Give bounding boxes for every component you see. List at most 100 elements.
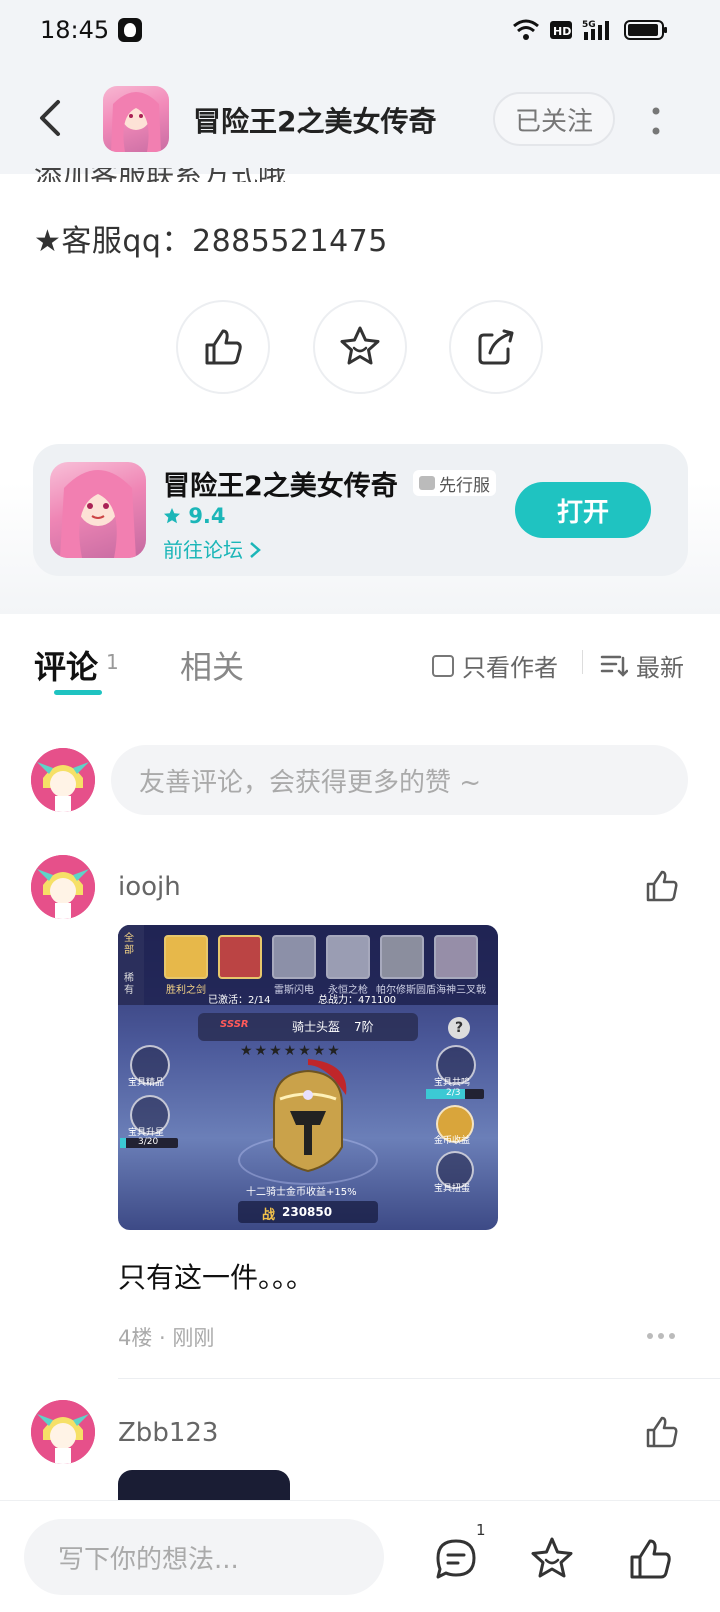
tab-comments[interactable]: 评论 [34, 642, 98, 688]
comment-input[interactable]: 友善评论，会获得更多的赞 ~ [111, 745, 688, 815]
comment-username[interactable]: Zbb123 [118, 1418, 218, 1448]
share-post-button[interactable] [449, 300, 543, 394]
game-card-title: 冒险王2之美女传奇 [163, 471, 398, 502]
thumb-up-icon [205, 329, 242, 365]
power-icon: 战 [262, 1208, 276, 1223]
checkbox-icon[interactable] [432, 654, 454, 677]
hd-icon: HD [550, 21, 572, 39]
gacha-label: 宝具扭蛋 [434, 1184, 471, 1194]
author-only-filter[interactable]: 只看作者 [432, 648, 558, 683]
svg-text:5G: 5G [582, 20, 596, 30]
item-label: 雷斯闪电 [274, 985, 314, 996]
status-time: 18:45 [40, 16, 110, 44]
resonance-label: 宝具共鸣 [434, 1078, 471, 1088]
lightning-item-slot [272, 935, 316, 979]
comment-meta: 4楼 · 刚刚 [118, 1326, 215, 1350]
star-icon [340, 326, 380, 365]
my-avatar[interactable] [31, 748, 95, 812]
comment-count-badge: 1 [476, 1521, 486, 1539]
tab-related[interactable]: 相关 [180, 642, 244, 688]
post-detail-screen: 18:45 HD 5G 冒险王2之美女传奇 已关注 添加客服联系方式哦 ★客服q… [0, 0, 720, 1612]
more-vertical-icon[interactable] [650, 106, 662, 136]
bonus-text: 十二骑士金币收益+15% [246, 1187, 357, 1198]
category-tabs: 全部 稀有 [118, 925, 144, 1005]
like-post-button[interactable] [176, 300, 270, 394]
item-label: 胜利之剑 [166, 985, 206, 996]
comment-icon[interactable] [432, 1535, 480, 1583]
favorite-post-button[interactable] [313, 300, 407, 394]
star-up-progress-label: 3/20 [138, 1137, 159, 1147]
tab-rare: 稀有 [124, 973, 134, 996]
trident-item-slot [434, 935, 478, 979]
follow-button[interactable]: 已关注 [493, 92, 615, 146]
helmet-item-slot [218, 935, 262, 979]
power-bar: 战 230850 [238, 1201, 378, 1223]
badge-label: 先行服 [439, 475, 490, 496]
commenter-avatar[interactable] [31, 1400, 95, 1464]
wifi-icon [513, 19, 539, 40]
signal-5g-icon: 5G [582, 20, 609, 40]
game-rating: 9.4 [163, 504, 226, 528]
back-arrow-icon[interactable] [30, 96, 70, 140]
thumb-up-icon[interactable] [644, 868, 680, 904]
thumb-up-icon[interactable] [626, 1535, 674, 1583]
chevron-right-icon [250, 542, 262, 558]
tab-all: 全部 [124, 933, 134, 956]
comment-text: 只有这一件。。。 [118, 1261, 315, 1294]
share-icon [478, 329, 514, 365]
power-value: 230850 [282, 1205, 333, 1219]
knight-helmet-icon [273, 1059, 347, 1173]
forum-link[interactable]: 前往论坛 [163, 534, 262, 563]
status-bar: 18:45 HD 5G [0, 0, 720, 64]
gold-income-label: 金币收益 [434, 1136, 471, 1146]
spear-item-slot [326, 935, 370, 979]
shield-item-slot [380, 935, 424, 979]
comment-image[interactable]: 全部 稀有 胜利之剑 雷斯闪电 永恒之枪 帕尔修斯圆盾 海神三叉戟 已激活：2/… [118, 925, 498, 1230]
battery-icon [624, 20, 667, 40]
sword-item-slot [164, 935, 208, 979]
reply-input[interactable]: 写下你的想法... [24, 1519, 384, 1595]
comment-username[interactable]: ioojh [118, 872, 181, 902]
post-text-partial: 添加客服联系方式哦 [34, 168, 286, 182]
game-avatar-icon[interactable] [103, 86, 169, 152]
svg-text:HD: HD [553, 25, 571, 38]
top-app-bar: 冒险王2之美女传奇 已关注 [0, 64, 720, 174]
item-stage: 7阶 [354, 1020, 374, 1034]
total-power: 总战力：471100 [318, 995, 397, 1006]
active-tab-indicator [54, 690, 102, 695]
star-icon[interactable] [528, 1535, 576, 1583]
bottom-action-bar: 写下你的想法... 1 [0, 1500, 720, 1612]
item-header: SSSR 骑士头盔 7阶 [198, 1013, 418, 1041]
rating-value: 9.4 [188, 504, 226, 528]
comment-image[interactable] [118, 1470, 290, 1500]
game-card[interactable]: 冒险王2之美女传奇 先行服 9.4 前往论坛 打开 [33, 444, 688, 576]
more-horizontal-icon[interactable] [646, 1332, 676, 1340]
sort-icon [600, 655, 628, 677]
page-title: 冒险王2之美女传奇 [193, 105, 437, 138]
status-icons: HD 5G [512, 18, 668, 42]
game-icon[interactable] [50, 462, 146, 558]
refine-label: 宝具精品 [128, 1078, 165, 1088]
help-icon: ? [448, 1017, 470, 1039]
sort-label: 最新 [636, 654, 684, 682]
rating-star-icon [164, 508, 180, 524]
open-game-button[interactable]: 打开 [515, 482, 651, 538]
comments-count: 1 [106, 650, 119, 674]
commenter-avatar[interactable] [31, 855, 95, 919]
filter-divider [582, 650, 583, 674]
comment-divider [118, 1378, 720, 1379]
rank-badge: SSSR [220, 1019, 249, 1030]
server-icon [419, 476, 435, 490]
comment-tabs: 评论 1 相关 只看作者 最新 [0, 614, 720, 714]
thumb-up-icon[interactable] [644, 1414, 680, 1450]
activated-count: 已激活：2/14 [208, 995, 271, 1006]
author-only-label: 只看作者 [462, 654, 558, 682]
item-label: 海神三叉戟 [436, 985, 486, 996]
resonance-progress-label: 2/3 [446, 1088, 461, 1098]
post-qq-line: ★客服qq：2885521475 [34, 224, 388, 259]
sort-toggle[interactable]: 最新 [600, 648, 684, 683]
item-name: 骑士头盔 [292, 1020, 341, 1034]
notification-icon [118, 18, 142, 42]
preview-server-badge: 先行服 [413, 470, 496, 496]
forum-link-label: 前往论坛 [163, 538, 243, 562]
